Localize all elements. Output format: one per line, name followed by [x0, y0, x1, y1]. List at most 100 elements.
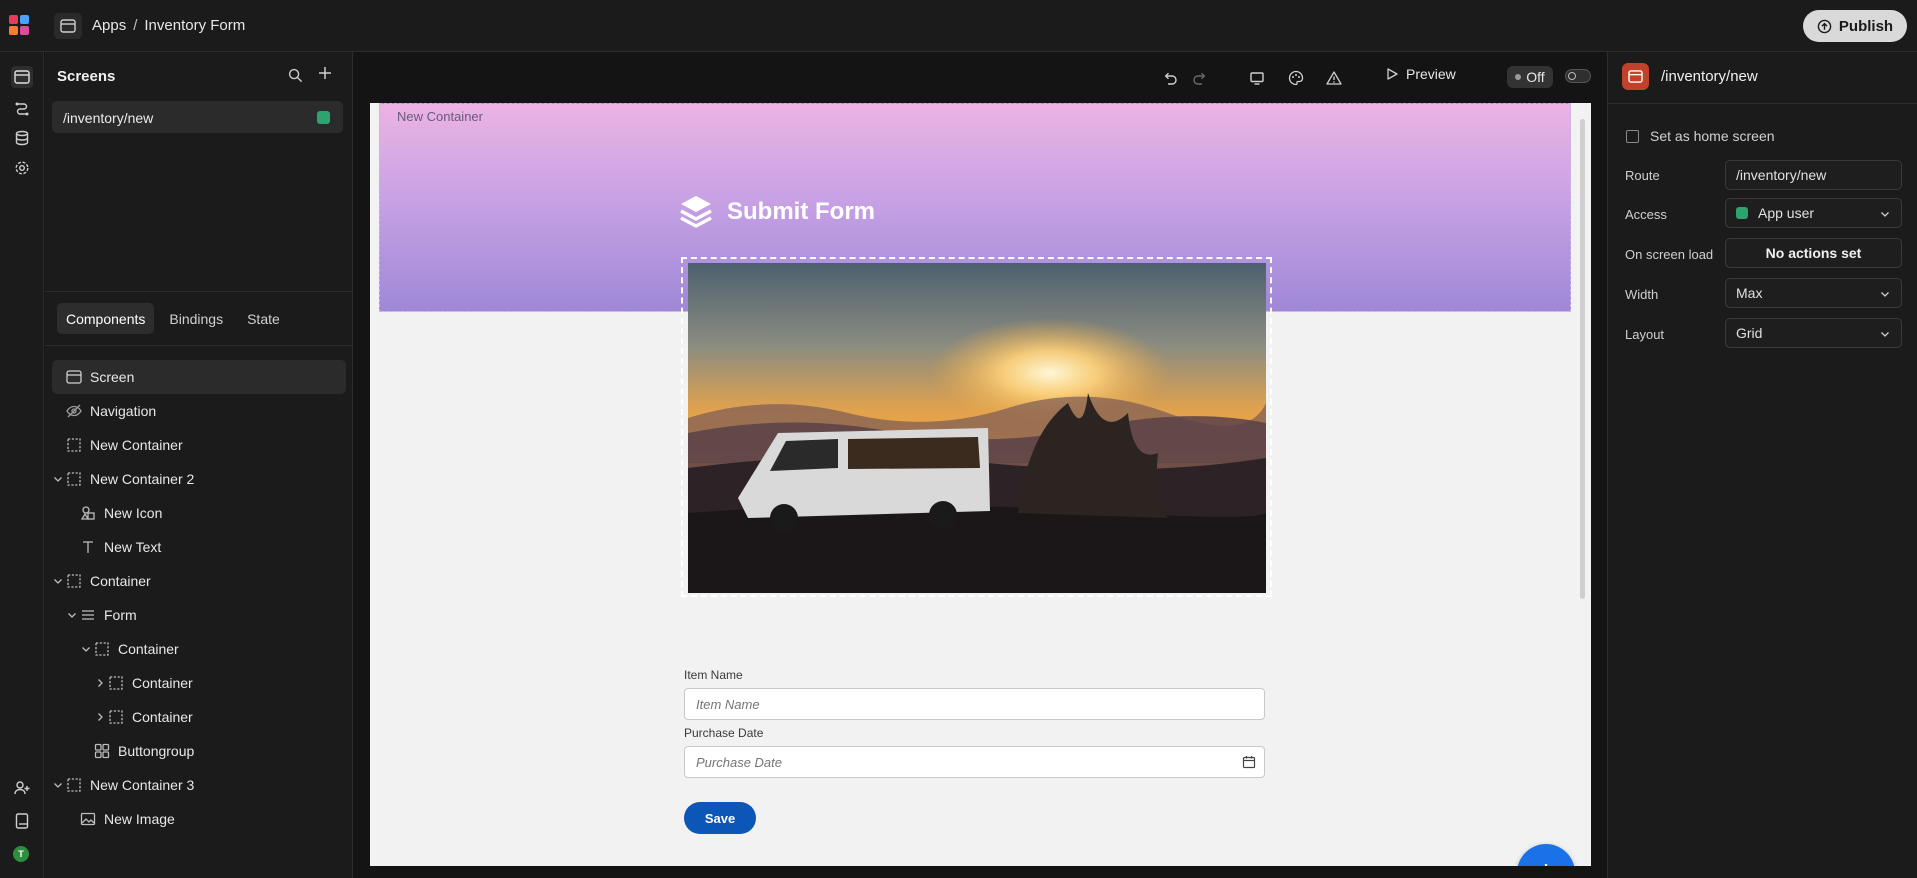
canvas-area: Preview Off New Container Submit Form It…: [354, 52, 1607, 878]
canvas-scrollbar[interactable]: [1580, 119, 1585, 599]
undo-icon[interactable]: [1160, 68, 1180, 88]
device-desktop-icon[interactable]: [1247, 68, 1267, 88]
toggle-switch[interactable]: [1565, 69, 1591, 83]
access-color-badge: [1736, 207, 1748, 219]
tree-item-nested-container-2[interactable]: Container: [52, 700, 346, 734]
properties-title: /inventory/new: [1661, 68, 1758, 85]
new-image-selection[interactable]: [681, 257, 1272, 597]
toggle-panel-button[interactable]: [54, 13, 82, 39]
user-avatar[interactable]: T: [13, 846, 29, 862]
publish-button[interactable]: Publish: [1803, 10, 1907, 42]
automation-icon[interactable]: [11, 97, 33, 119]
item-name-label: Item Name: [684, 668, 743, 682]
play-icon: [1387, 68, 1398, 80]
chevron-down-icon: [82, 647, 90, 652]
container-icon: [109, 710, 123, 724]
purchase-date-input[interactable]: [684, 746, 1235, 778]
theme-palette-icon[interactable]: [1286, 68, 1306, 88]
left-panel: Screens /inventory/new Components Bindin…: [45, 52, 353, 878]
text-icon: [83, 541, 93, 553]
route-label: Route: [1625, 168, 1660, 183]
breadcrumb-separator: /: [133, 17, 138, 34]
tree-item-new-image[interactable]: New Image: [52, 802, 346, 836]
route-input[interactable]: /inventory/new: [1725, 160, 1902, 190]
tree-item-new-container[interactable]: New Container: [52, 428, 346, 462]
tree-item-new-container-3[interactable]: New Container 3: [52, 768, 346, 802]
properties-divider: [1608, 103, 1917, 104]
warning-icon[interactable]: [1324, 68, 1344, 88]
tree-item-container[interactable]: Container: [52, 564, 346, 598]
access-label: Access: [1625, 207, 1667, 222]
preview-button[interactable]: Preview: [1385, 66, 1456, 82]
form-icon: [82, 610, 94, 620]
tab-components[interactable]: Components: [57, 303, 155, 334]
add-component-fab[interactable]: [1517, 844, 1575, 866]
breadcrumb-app-name[interactable]: Inventory Form: [144, 17, 245, 34]
tab-state[interactable]: State: [238, 303, 289, 334]
container-icon: [67, 574, 81, 588]
purchase-date-label: Purchase Date: [684, 726, 764, 740]
tree-item-form[interactable]: Form: [52, 598, 346, 632]
container-icon: [67, 438, 81, 452]
layout-select[interactable]: Grid: [1725, 318, 1902, 348]
tree-item-screen[interactable]: Screen: [52, 360, 346, 394]
item-name-input[interactable]: [684, 688, 1265, 720]
screens-title: Screens: [57, 68, 116, 85]
properties-panel: /inventory/new Set as home screen Route …: [1607, 52, 1917, 878]
hero-title[interactable]: Submit Form: [679, 194, 875, 230]
home-screen-checkbox[interactable]: Set as home screen: [1626, 128, 1775, 144]
width-select[interactable]: Max: [1725, 278, 1902, 308]
tabs-divider: [45, 345, 353, 346]
breadcrumb: Apps / Inventory Form: [92, 17, 245, 34]
database-icon[interactable]: [11, 127, 33, 149]
tree-item-form-container[interactable]: Container: [52, 632, 346, 666]
search-icon[interactable]: [288, 68, 303, 88]
chevron-down-icon: [68, 613, 76, 618]
breadcrumb-apps[interactable]: Apps: [92, 17, 126, 34]
tree-item-label: Buttongroup: [118, 743, 195, 759]
tree-item-label: Container: [118, 641, 179, 657]
panel-divider: [45, 291, 353, 292]
tree-item-navigation[interactable]: Navigation: [52, 394, 346, 428]
publish-label: Publish: [1838, 17, 1894, 35]
access-select[interactable]: App user: [1725, 198, 1902, 228]
tree-item-label: New Image: [104, 811, 175, 827]
access-value: App user: [1758, 205, 1815, 221]
calendar-button[interactable]: [1234, 746, 1265, 778]
tree-item-label: New Container 2: [90, 471, 195, 487]
save-button[interactable]: Save: [684, 802, 756, 834]
tree-item-new-container-2[interactable]: New Container 2: [52, 462, 346, 496]
preview-label: Preview: [1406, 66, 1456, 82]
tree-item-new-icon[interactable]: New Icon: [52, 496, 346, 530]
tree-item-nested-container-1[interactable]: Container: [52, 666, 346, 700]
checkbox[interactable]: [1626, 129, 1639, 143]
calendar-icon: [1242, 756, 1256, 769]
design-icon[interactable]: [11, 66, 33, 88]
tree-item-new-text[interactable]: New Text: [52, 530, 346, 564]
screen-item[interactable]: /inventory/new: [52, 101, 343, 133]
budibase-logo-icon[interactable]: [9, 15, 31, 37]
book-icon[interactable]: [11, 810, 33, 832]
panel-tabs: Components Bindings State: [57, 303, 289, 334]
redo-icon[interactable]: [1190, 68, 1210, 88]
screen-icon: [1622, 63, 1649, 90]
chevron-down-icon: [1881, 212, 1889, 217]
width-value: Max: [1736, 285, 1763, 301]
eye-off-icon: [66, 404, 82, 418]
settings-gear-icon[interactable]: [11, 157, 33, 179]
add-screen-plus-icon[interactable]: [317, 65, 333, 86]
layers-icon: [680, 196, 712, 228]
screen-item-label: /inventory/new: [63, 110, 154, 126]
chevron-right-icon: [98, 679, 103, 687]
app-preview-page: New Container Submit Form Item Name Item…: [370, 103, 1591, 866]
plus-icon: [1544, 864, 1548, 866]
canvas-toolbar: Preview Off: [354, 52, 1607, 103]
chevron-down-icon: [54, 477, 62, 482]
user-add-icon[interactable]: [11, 777, 33, 799]
home-screen-label: Set as home screen: [1650, 128, 1775, 144]
on-screen-load-button[interactable]: No actions set: [1725, 238, 1902, 268]
tab-bindings[interactable]: Bindings: [160, 303, 232, 334]
status-off-badge[interactable]: Off: [1507, 66, 1553, 88]
tree-item-buttongroup[interactable]: Buttongroup: [52, 734, 346, 768]
on-screen-load-label: On screen load: [1625, 247, 1714, 262]
